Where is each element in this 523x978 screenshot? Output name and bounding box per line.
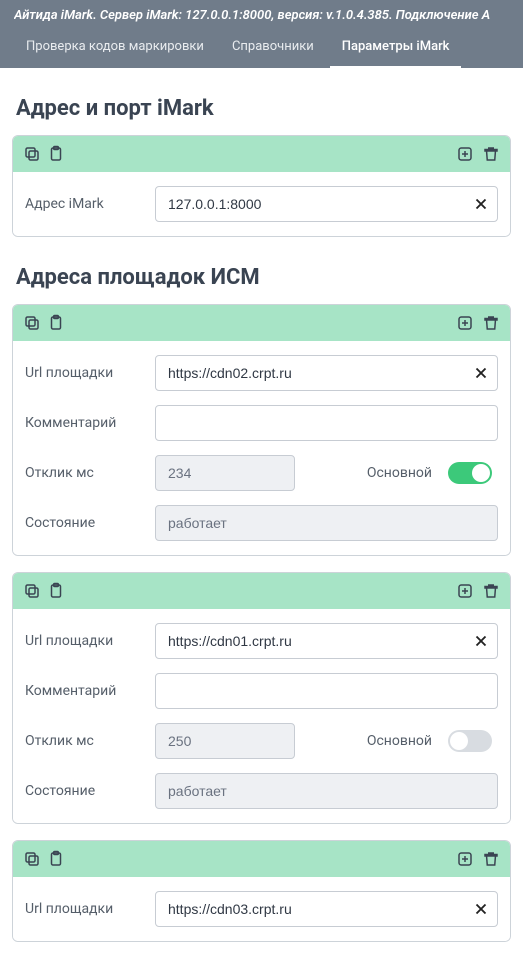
tab-params[interactable]: Параметры iMark <box>330 29 462 68</box>
label-url: Url площадки <box>25 901 145 917</box>
clear-icon[interactable] <box>472 632 490 650</box>
input-comment[interactable] <box>155 673 498 709</box>
tabs: Проверка кодов маркировки Справочники Па… <box>14 29 509 68</box>
add-icon[interactable] <box>456 145 474 163</box>
label-url: Url площадки <box>25 365 145 381</box>
clear-icon[interactable] <box>472 195 490 213</box>
copy-icon[interactable] <box>23 314 41 332</box>
card-ism-2: Url площадки <box>12 840 511 942</box>
label-comment: Комментарий <box>25 683 145 699</box>
trash-icon[interactable] <box>482 145 500 163</box>
toggle-primary[interactable] <box>448 462 492 484</box>
input-ping <box>155 723 295 759</box>
label-comment: Комментарий <box>25 415 145 431</box>
card-ism-0: Url площадки Комментарий Отклик мс Основ… <box>12 304 511 556</box>
trash-icon[interactable] <box>482 314 500 332</box>
copy-icon[interactable] <box>23 582 41 600</box>
card-ism-1: Url площадки Комментарий Отклик мс Основ… <box>12 572 511 824</box>
content: Адрес и порт iMark Адрес iMark Адреса пл… <box>0 96 523 978</box>
clear-icon[interactable] <box>472 364 490 382</box>
card-head <box>13 841 510 877</box>
label-state: Состояние <box>25 515 145 531</box>
add-icon[interactable] <box>456 582 474 600</box>
input-comment[interactable] <box>155 405 498 441</box>
label-ping: Отклик мс <box>25 733 145 749</box>
input-url[interactable] <box>155 623 498 659</box>
add-icon[interactable] <box>456 850 474 868</box>
label-state: Состояние <box>25 783 145 799</box>
app-title: Айтида iMark. Сервер iMark: 127.0.0.1:80… <box>14 8 509 29</box>
clear-icon[interactable] <box>472 900 490 918</box>
add-icon[interactable] <box>456 314 474 332</box>
label-ping: Отклик мс <box>25 465 145 481</box>
input-url[interactable] <box>155 355 498 391</box>
input-imark-address[interactable] <box>155 186 498 222</box>
input-url[interactable] <box>155 891 498 927</box>
label-address: Адрес iMark <box>25 196 145 212</box>
trash-icon[interactable] <box>482 582 500 600</box>
input-state <box>155 773 498 809</box>
card-head <box>13 136 510 172</box>
label-primary: Основной <box>367 733 432 749</box>
section-title-ism: Адреса площадок ИСМ <box>16 265 511 290</box>
copy-icon[interactable] <box>23 145 41 163</box>
clipboard-icon[interactable] <box>47 145 65 163</box>
clipboard-icon[interactable] <box>47 582 65 600</box>
clipboard-icon[interactable] <box>47 850 65 868</box>
input-ping <box>155 455 295 491</box>
tab-check-codes[interactable]: Проверка кодов маркировки <box>14 29 216 68</box>
copy-icon[interactable] <box>23 850 41 868</box>
toggle-primary[interactable] <box>448 730 492 752</box>
section-title-address: Адрес и порт iMark <box>16 96 511 121</box>
card-head <box>13 305 510 341</box>
clipboard-icon[interactable] <box>47 314 65 332</box>
tab-dictionaries[interactable]: Справочники <box>220 29 326 68</box>
label-url: Url площадки <box>25 633 145 649</box>
topbar: Айтида iMark. Сервер iMark: 127.0.0.1:80… <box>0 0 523 68</box>
trash-icon[interactable] <box>482 850 500 868</box>
card-imark-address: Адрес iMark <box>12 135 511 237</box>
input-state <box>155 505 498 541</box>
label-primary: Основной <box>367 465 432 481</box>
card-head <box>13 573 510 609</box>
